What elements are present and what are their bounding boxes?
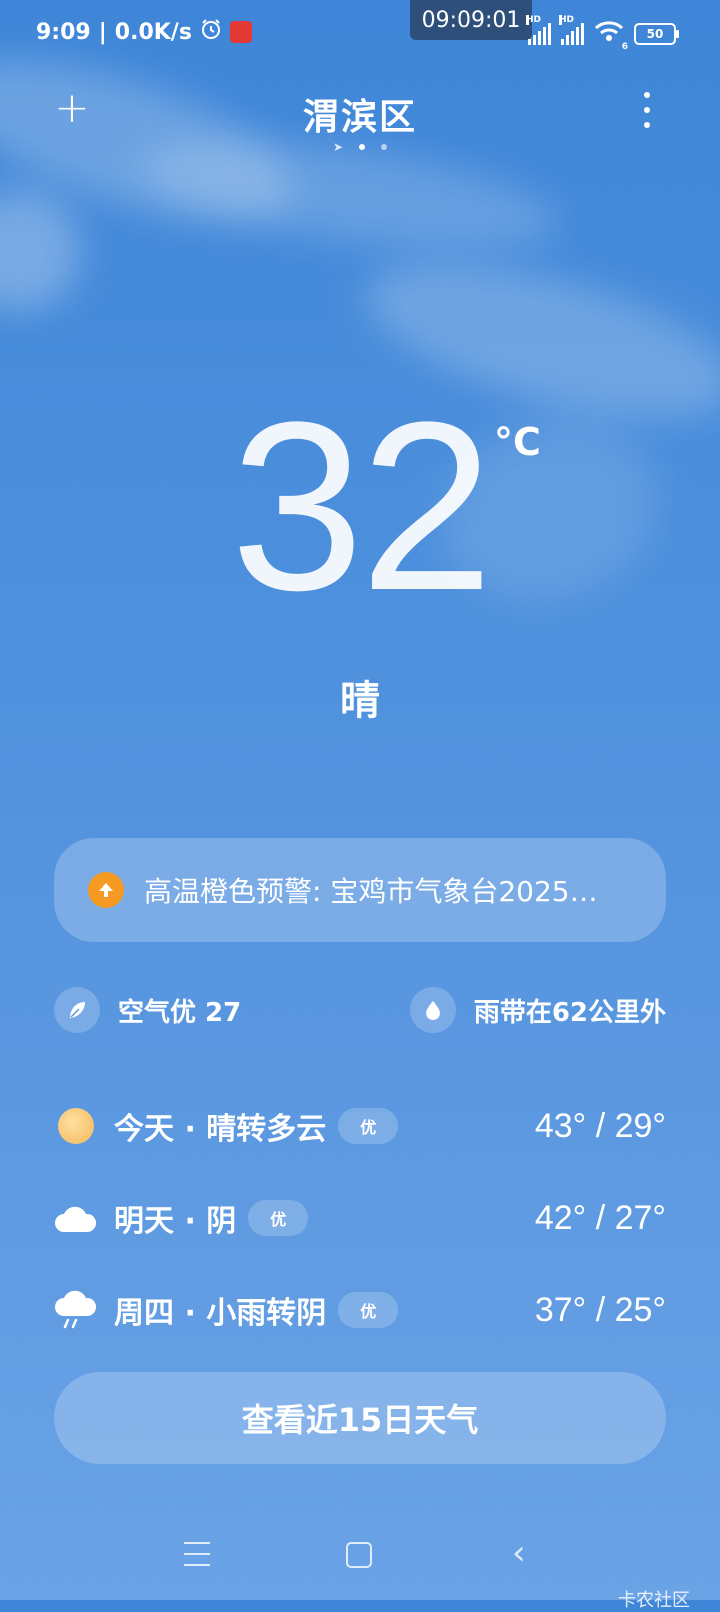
info-row: 空气优 27 雨带在62公里外 [54, 986, 666, 1034]
forecast-row-tomorrow[interactable]: 明天 · 阴 优 42° / 27° [54, 1172, 666, 1264]
forecast-temp: 37° / 25° [534, 1290, 666, 1329]
back-button[interactable]: ‹ [512, 1536, 526, 1570]
location-arrow-icon: ➤ [332, 140, 344, 154]
leaf-icon [54, 987, 100, 1033]
alarm-icon [200, 18, 222, 46]
home-button[interactable] [346, 1542, 372, 1568]
forecast-list: 今天 · 晴转多云 优 43° / 29° 明天 · 阴 优 42° / 27°… [54, 1080, 666, 1356]
air-quality[interactable]: 空气优 27 [54, 986, 241, 1034]
forecast-temp: 42° / 27° [534, 1198, 666, 1237]
rain-info[interactable]: 雨带在62公里外 [409, 986, 666, 1034]
temperature-unit: °C [494, 420, 541, 464]
rain-cloud-icon [54, 1288, 98, 1332]
cloud-background [0, 0, 720, 1600]
page-dot [381, 144, 388, 150]
forecast-row-today[interactable]: 今天 · 晴转多云 优 43° / 29° [54, 1080, 666, 1172]
signal-icon-2: HD [559, 15, 584, 45]
header: + 渭滨区 ➤ [0, 84, 720, 154]
alert-text: 高温橙色预警: 宝鸡市气象台2025… [144, 875, 598, 908]
signal-icon: HD [526, 15, 551, 45]
clock-overlay: 09:09:01 [410, 0, 532, 40]
page-dot [359, 144, 366, 150]
cloud-icon [54, 1196, 98, 1240]
forecast-row-thursday[interactable]: 周四 · 小雨转阴 优 37° / 25° [54, 1264, 666, 1356]
watermark: 卡农社区 [618, 1590, 690, 1611]
air-quality-badge: 优 [338, 1108, 399, 1144]
air-quality-text: 空气优 27 [118, 997, 242, 1028]
city-title: 渭滨区 [302, 97, 417, 138]
forecast-label: 今天 · 晴转多云 [114, 1112, 327, 1147]
forecast-label: 周四 · 小雨转阴 [114, 1296, 327, 1331]
weather-alert-card[interactable]: 高温橙色预警: 宝鸡市气象台2025… [54, 838, 666, 942]
page-indicator: ➤ [0, 140, 720, 154]
battery-icon: 50 [634, 23, 679, 45]
rain-text: 雨带在62公里外 [473, 997, 666, 1028]
wifi-icon: 6 [594, 20, 628, 52]
wifi-badge: 6 [621, 42, 628, 52]
weather-condition: 晴 [340, 678, 380, 724]
app-notification-icon [229, 21, 252, 43]
status-left: 9:09 | 0.0K/s [36, 18, 252, 46]
recent-apps-button[interactable] [184, 1542, 210, 1566]
forecast-temp: 43° / 29° [534, 1106, 666, 1145]
air-quality-badge: 优 [338, 1292, 399, 1328]
status-divider: | [98, 19, 107, 45]
status-time: 9:09 [36, 19, 91, 45]
forecast-label: 明天 · 阴 [114, 1204, 237, 1239]
air-quality-badge: 优 [248, 1200, 309, 1236]
navigation-bar: ‹ [0, 1524, 720, 1594]
status-right: HD HD 6 50 [526, 15, 679, 52]
view-15-day-button[interactable]: 查看近15日天气 [54, 1372, 666, 1464]
arrow-up-icon [88, 872, 124, 908]
network-speed: 0.0K/s [114, 19, 192, 45]
sun-icon [54, 1104, 98, 1148]
status-bar: 9:09 | 0.0K/s 09:09:01 HD HD 6 50 [0, 0, 720, 64]
more-menu-button[interactable] [640, 92, 654, 128]
water-drop-icon [409, 987, 456, 1033]
current-temperature: 32 [230, 372, 494, 640]
